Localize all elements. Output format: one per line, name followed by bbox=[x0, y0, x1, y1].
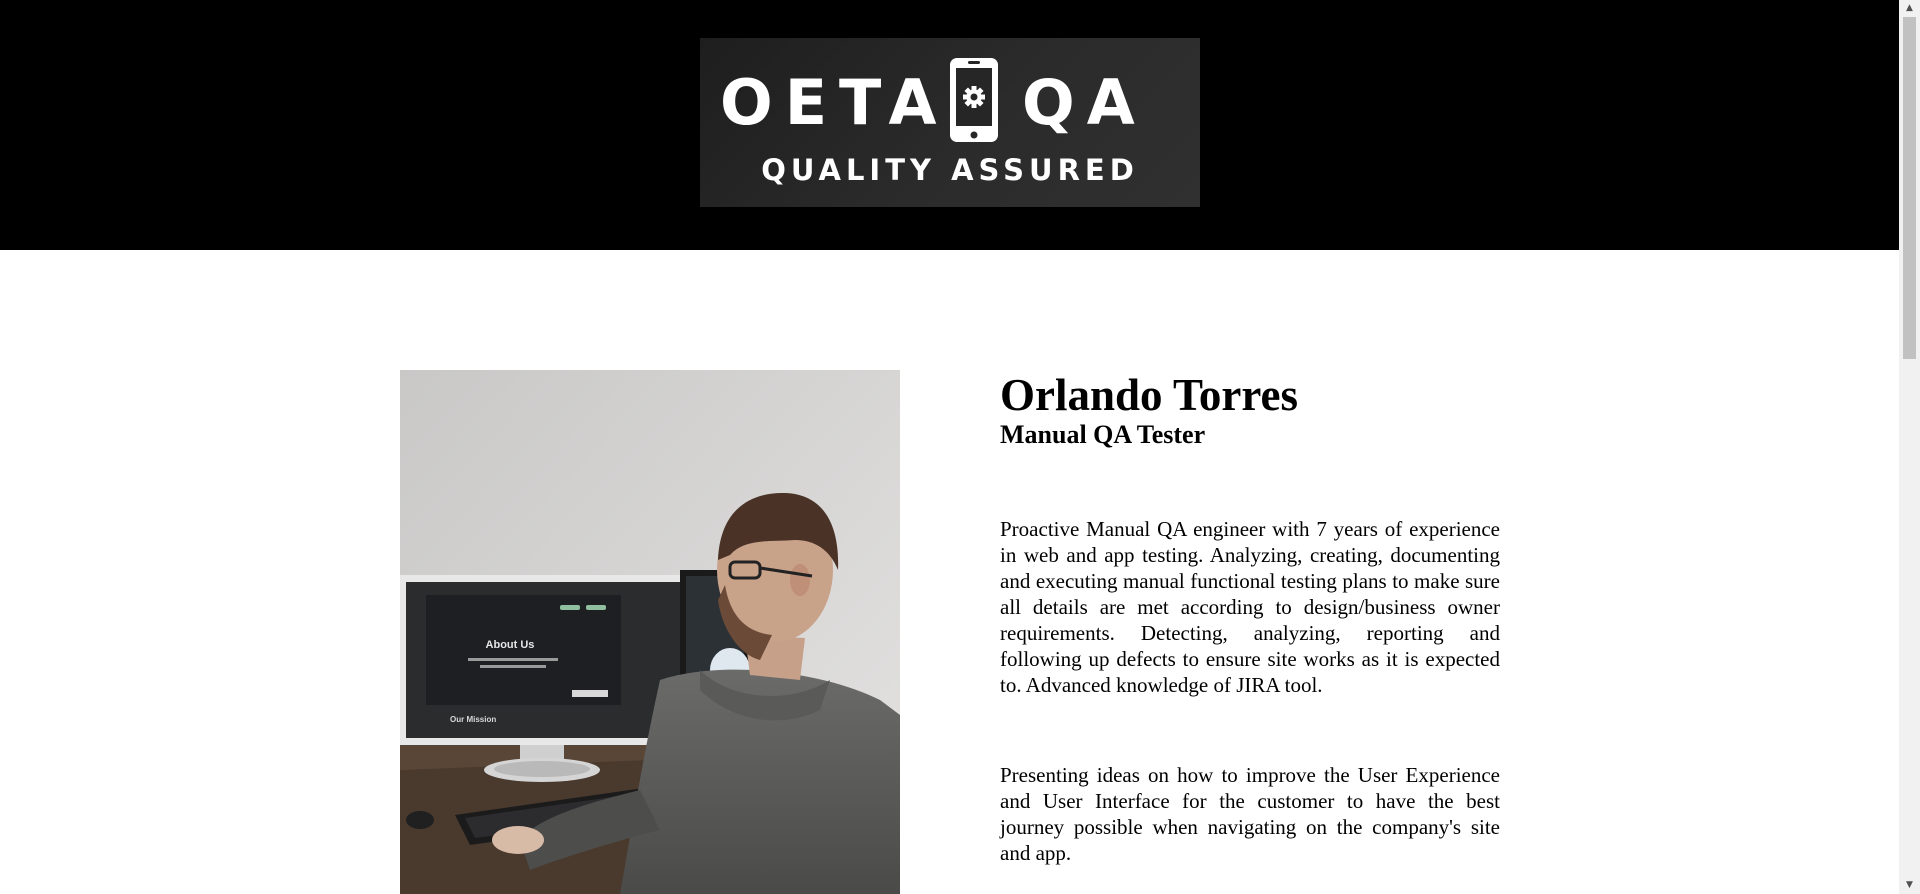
scrollbar-thumb[interactable] bbox=[1903, 17, 1916, 359]
photo-man-at-computer: About Us Our Mission bbox=[400, 370, 900, 894]
profile-ux-statement: Presenting ideas on how to improve the U… bbox=[1000, 763, 1500, 865]
logo-word-left: OETA bbox=[720, 66, 949, 139]
logo-tagline: QUALITY ASSURED bbox=[761, 153, 1139, 187]
scroll-up-arrow-icon[interactable]: ▲ bbox=[1899, 0, 1920, 17]
screen-subheading: Our Mission bbox=[450, 715, 496, 724]
profile-role: Manual QA Tester bbox=[1000, 420, 1206, 449]
profile-summary: Proactive Manual QA engineer with 7 year… bbox=[1000, 517, 1500, 697]
site-logo[interactable]: OETA QA QUALITY ASSURED bbox=[700, 38, 1200, 207]
profile-section: Orlando Torres Manual QA Tester Proactiv… bbox=[1000, 370, 1500, 866]
vertical-scrollbar[interactable]: ▲ ▼ bbox=[1899, 0, 1920, 894]
scroll-down-arrow-icon[interactable]: ▼ bbox=[1899, 877, 1920, 894]
logo-word-right: QA bbox=[1022, 66, 1147, 139]
site-header: OETA QA QUALITY ASSURED bbox=[0, 0, 1899, 250]
profile-name: Orlando Torres bbox=[1000, 370, 1298, 420]
phone-gear-icon bbox=[950, 58, 998, 142]
profile-photo: About Us Our Mission bbox=[400, 370, 900, 894]
screen-heading: About Us bbox=[486, 639, 535, 651]
page-viewport: OETA QA QUALITY ASSURED About Us Our Mis… bbox=[0, 0, 1899, 894]
